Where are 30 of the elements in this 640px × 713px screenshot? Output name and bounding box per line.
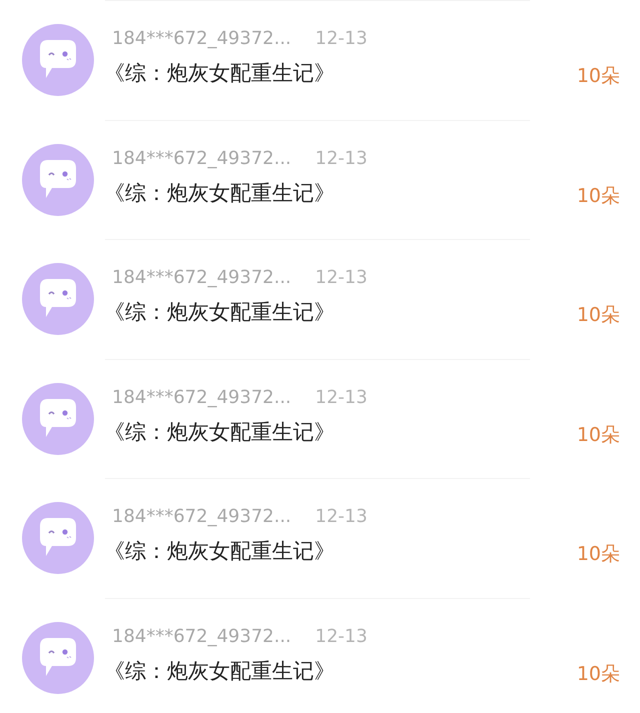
date-text: 12-13 (315, 386, 368, 410)
avatar-icon (22, 502, 94, 574)
book-title: 《综：炮灰女配重生记》 (104, 418, 336, 446)
book-title: 《综：炮灰女配重生记》 (104, 299, 336, 326)
user-name: 184***672_49372... (112, 146, 292, 170)
avatar-icon (22, 622, 94, 694)
date-text: 12-13 (315, 624, 368, 648)
avatar-icon (22, 144, 94, 216)
date-text: 12-13 (315, 505, 368, 529)
date-text: 12-13 (315, 27, 368, 51)
book-title: 《综：炮灰女配重生记》 (104, 60, 336, 87)
gift-amount: 10朵 (576, 422, 620, 448)
book-title: 《综：炮灰女配重生记》 (104, 180, 336, 206)
user-name: 184***672_49372... (112, 505, 292, 529)
avatar-icon (22, 382, 94, 455)
book-title: 《综：炮灰女配重生记》 (104, 658, 336, 684)
user-name: 184***672_49372... (112, 27, 292, 51)
date-text: 12-13 (315, 266, 368, 290)
gift-amount: 10朵 (576, 662, 620, 686)
gift-amount: 10朵 (576, 303, 620, 328)
date-text: 12-13 (315, 146, 368, 170)
avatar-icon (22, 24, 94, 96)
gift-amount: 10朵 (576, 64, 620, 89)
book-title: 《综：炮灰女配重生记》 (104, 538, 336, 565)
user-name: 184***672_49372... (112, 386, 292, 410)
avatar-icon (22, 263, 94, 336)
gift-amount: 10朵 (576, 542, 620, 567)
user-name: 184***672_49372... (112, 266, 292, 290)
user-name: 184***672_49372... (112, 624, 292, 648)
gift-amount: 10朵 (576, 184, 620, 208)
